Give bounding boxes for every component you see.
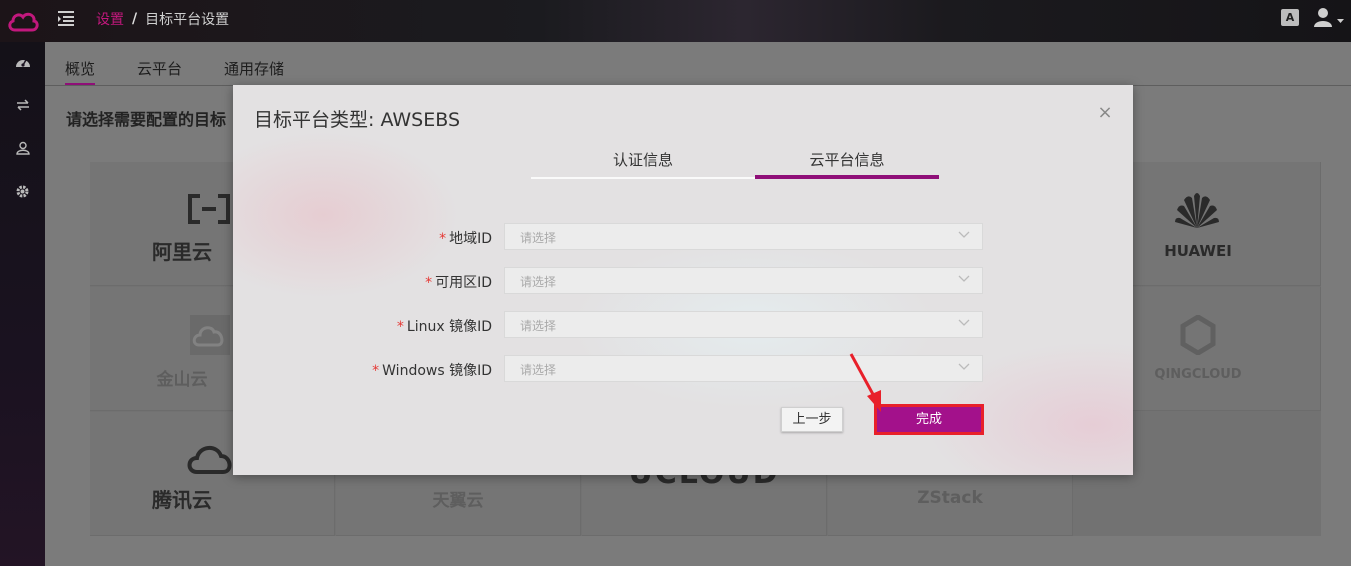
language-icon[interactable]: A <box>1281 9 1299 26</box>
required-mark: * <box>372 363 380 379</box>
menu-toggle-icon[interactable] <box>56 9 76 27</box>
breadcrumb-settings-link[interactable]: 设置 <box>96 9 124 29</box>
chevron-down-icon <box>958 275 970 282</box>
user-icon[interactable] <box>0 136 45 160</box>
select-placeholder: 请选择 <box>520 231 557 245</box>
finish-button[interactable]: 完成 <box>874 404 984 435</box>
breadcrumb: 设置 / 目标平台设置 <box>96 9 229 29</box>
platform-label: ZStack <box>917 488 983 508</box>
required-mark: * <box>439 231 447 247</box>
chevron-down-icon <box>958 319 970 326</box>
select-placeholder: 请选择 <box>520 363 557 377</box>
close-icon[interactable]: × <box>1097 104 1113 122</box>
tab-bar: 概览 云平台 通用存储 <box>65 58 326 86</box>
step-tabs: 认证信息 云平台信息 <box>531 149 939 179</box>
required-mark: * <box>425 275 433 291</box>
breadcrumb-current: 目标平台设置 <box>145 12 230 28</box>
chevron-down-icon <box>958 363 970 370</box>
region-id-label: * 地域ID <box>439 228 492 248</box>
aliyun-logo-icon <box>188 194 230 224</box>
top-bar: 设置 / 目标平台设置 A <box>0 0 1351 42</box>
select-placeholder: 请选择 <box>520 275 557 289</box>
field-label-text: 可用区ID <box>435 275 492 291</box>
windows-image-id-label: * Windows 镜像ID <box>372 360 492 380</box>
breadcrumb-separator: / <box>132 11 138 27</box>
target-platform-dialog: 目标平台类型: AWSEBS × 认证信息 云平台信息 * 地域ID 请选择 * 可… <box>233 85 1133 475</box>
select-placeholder: 请选择 <box>520 319 557 333</box>
tab-overview[interactable]: 概览 <box>65 58 96 86</box>
region-id-select[interactable]: 请选择 <box>504 223 983 250</box>
tab-cloud-platform[interactable]: 云平台 <box>137 58 182 85</box>
previous-step-button[interactable]: 上一步 <box>781 407 843 432</box>
platform-label: 腾讯云 <box>152 488 212 512</box>
cloud-logo-icon[interactable] <box>0 0 45 42</box>
platform-label: 天翼云 <box>432 491 484 511</box>
field-label-text: Windows 镜像ID <box>382 363 492 379</box>
huawei-logo-icon <box>1175 193 1219 228</box>
zone-id-select[interactable]: 请选择 <box>504 267 983 294</box>
annotation-arrow-icon <box>849 353 881 412</box>
gear-icon[interactable] <box>0 179 45 203</box>
tencent-logo-icon <box>187 446 232 474</box>
windows-image-id-select[interactable]: 请选择 <box>504 355 983 382</box>
side-nav <box>0 42 45 566</box>
section-title: 请选择需要配置的目标 <box>66 110 227 129</box>
linux-image-id-select[interactable]: 请选择 <box>504 311 983 338</box>
step-cloud-platform-info[interactable]: 云平台信息 <box>755 149 939 179</box>
zone-id-label: * 可用区ID <box>425 272 492 292</box>
language-icon-text: A <box>1285 11 1295 24</box>
linux-image-id-label: * Linux 镜像ID <box>397 316 492 336</box>
transfer-icon[interactable] <box>0 93 45 117</box>
field-label-text: 地域ID <box>449 231 492 247</box>
kingsoft-logo-icon <box>190 315 230 355</box>
field-label-text: Linux 镜像ID <box>406 319 492 335</box>
qingcloud-logo-icon <box>1180 315 1216 355</box>
user-menu-icon[interactable] <box>1314 7 1346 29</box>
dashboard-icon[interactable] <box>0 50 45 74</box>
step-auth-info[interactable]: 认证信息 <box>531 149 755 179</box>
chevron-down-icon <box>958 231 970 238</box>
required-mark: * <box>396 319 404 335</box>
dialog-title: 目标平台类型: AWSEBS <box>254 109 461 131</box>
tab-general-storage[interactable]: 通用存储 <box>224 58 284 85</box>
